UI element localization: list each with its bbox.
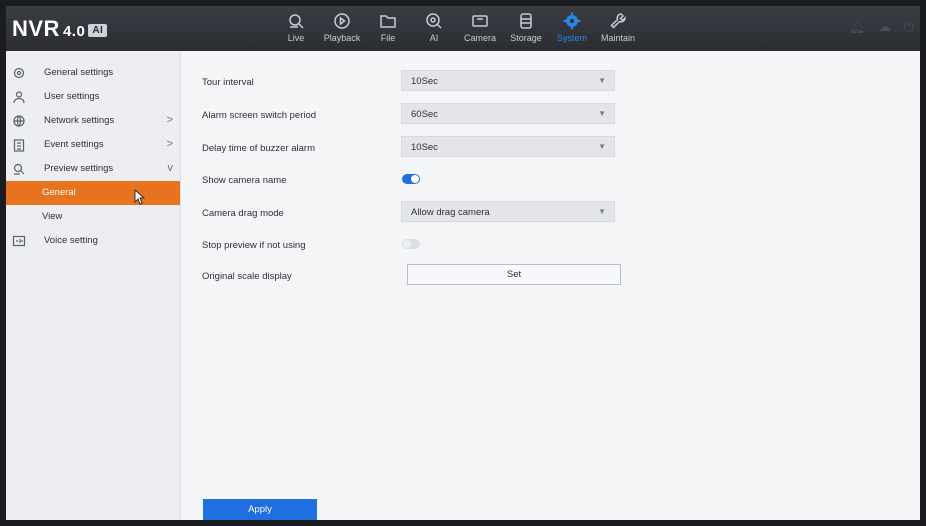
cloud-icon[interactable]: ☁︎ [878, 19, 891, 34]
top-bar: NVR4.0AI Live Playback File AI Camera [6, 6, 920, 51]
storage-icon [520, 13, 532, 29]
buzzer-delay-value: 10Sec [411, 142, 438, 153]
playback-icon [334, 13, 350, 29]
tour-interval-label: Tour interval [202, 77, 254, 88]
logo-version: 4.0 [62, 23, 86, 40]
drag-mode-select[interactable]: Allow drag camera ▼ [401, 201, 615, 222]
sidebar-item-user-settings[interactable]: User settings [6, 85, 180, 109]
sidebar-item-general-settings[interactable]: General settings [6, 61, 180, 85]
tour-interval-value: 10Sec [411, 76, 438, 87]
logo-text: NVR [12, 16, 60, 41]
mouse-cursor-icon [134, 189, 146, 205]
stop-preview-toggle[interactable] [402, 239, 420, 249]
show-camera-name-toggle[interactable] [402, 174, 420, 184]
chevron-right-icon: > [166, 114, 173, 126]
buzzer-delay-select[interactable]: 10Sec ▼ [401, 136, 615, 157]
power-icon[interactable]: ⏻ [904, 19, 914, 34]
gear-icon [563, 12, 581, 30]
chevron-right-icon: > [166, 138, 173, 150]
sidebar-item-label: Preview settings [44, 163, 114, 174]
sidebar-item-label: General [42, 187, 76, 198]
sidebar-item-voice-setting[interactable]: Voice setting [6, 229, 180, 253]
app-logo: NVR 4.0 AI [12, 16, 108, 42]
drag-mode-value: Allow drag camera [411, 207, 490, 218]
sidebar-item-general[interactable]: General [6, 181, 180, 205]
sidebar-item-event-settings[interactable]: Event settings > [6, 133, 180, 157]
chevron-down-icon: ▼ [598, 207, 606, 216]
nav-label: Maintain [600, 33, 636, 43]
stop-preview-label: Stop preview if not using [202, 240, 306, 251]
sidebar-item-preview-settings[interactable]: Preview settings v [6, 157, 180, 181]
alarm-switch-value: 60Sec [411, 109, 438, 120]
alarm-switch-label: Alarm screen switch period [202, 110, 317, 121]
original-scale-label: Original scale display [202, 271, 292, 282]
preview-icon [12, 162, 26, 176]
gear-icon [12, 66, 26, 80]
drag-mode-label: Camera drag mode [202, 208, 284, 219]
sidebar-item-network-settings[interactable]: Network settings > [6, 109, 180, 133]
clipboard-icon [12, 138, 26, 152]
sidebar: General settings User settings Network s… [6, 51, 181, 520]
alarm-switch-select[interactable]: 60Sec ▼ [401, 103, 615, 124]
wrench-icon [610, 13, 626, 29]
sidebar-item-view[interactable]: View [6, 205, 180, 229]
settings-panel: Tour interval 10Sec ▼ Alarm screen switc… [181, 51, 920, 520]
chevron-down-icon: v [167, 162, 174, 174]
user-icon [12, 90, 26, 104]
camera-icon [472, 15, 488, 27]
chevron-down-icon: ▼ [598, 109, 606, 118]
chevron-down-icon: ▼ [598, 142, 606, 151]
nav-maintain[interactable]: Maintain [590, 6, 646, 51]
logo-badge: AI [88, 23, 108, 37]
sidebar-item-label: General settings [44, 67, 114, 78]
show-camera-name-label: Show camera name [202, 175, 287, 186]
live-icon [289, 14, 304, 29]
sidebar-item-label: User settings [44, 91, 100, 102]
bell-icon[interactable]: 🔔︎ [849, 19, 866, 34]
tour-interval-select[interactable]: 10Sec ▼ [401, 70, 615, 91]
original-scale-set-button[interactable]: Set [407, 264, 621, 285]
voice-icon [12, 234, 26, 248]
apply-button[interactable]: Apply [203, 499, 317, 520]
buzzer-delay-label: Delay time of buzzer alarm [202, 143, 315, 154]
chevron-down-icon: ▼ [598, 76, 606, 85]
top-right-controls: 🔔︎ ☁︎ ⏻ [840, 19, 914, 35]
globe-icon [12, 114, 26, 128]
sidebar-item-label: Voice setting [44, 235, 98, 246]
folder-icon [380, 15, 396, 28]
sidebar-item-label: Event settings [44, 139, 104, 150]
sidebar-item-label: Network settings [44, 115, 115, 126]
sidebar-item-label: View [42, 211, 63, 222]
nvr-screen: NVR4.0AI Live Playback File AI Camera [6, 6, 920, 520]
ai-icon [426, 13, 442, 29]
